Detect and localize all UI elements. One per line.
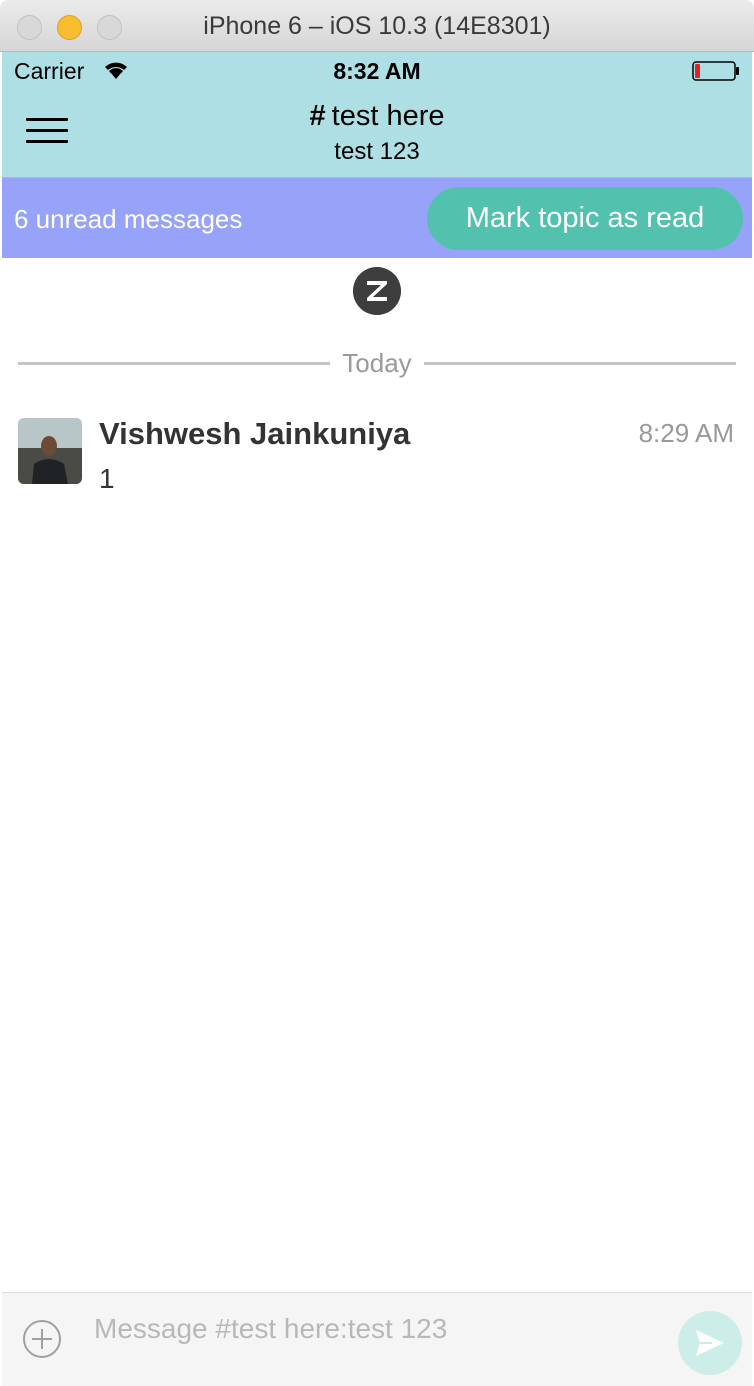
simulator-titlebar: iPhone 6 – iOS 10.3 (14E8301): [0, 0, 754, 52]
date-divider-label: Today: [342, 348, 412, 378]
mark-topic-read-button[interactable]: Mark topic as read: [427, 187, 743, 250]
date-divider-line-right: [424, 362, 736, 365]
stream-title[interactable]: # test here: [2, 100, 752, 133]
message-input[interactable]: [94, 1309, 664, 1349]
send-icon: [696, 1330, 724, 1356]
window-title: iPhone 6 – iOS 10.3 (14E8301): [203, 12, 551, 40]
zulip-logo-icon: [353, 267, 401, 315]
stream-hash-icon: #: [309, 100, 326, 132]
send-button[interactable]: [678, 1311, 742, 1375]
message-content: 1: [99, 463, 115, 494]
status-bar: Carrier 8:32 AM: [2, 52, 752, 92]
date-divider-line-left: [18, 362, 330, 365]
battery-icon: [692, 61, 739, 81]
plus-circle-icon[interactable]: [22, 1319, 62, 1359]
phone-screen: Carrier 8:32 AM # test here test 123 6 un…: [2, 52, 752, 1386]
sender-name[interactable]: Vishwesh Jainkuniya: [99, 416, 410, 452]
app-header: Carrier 8:32 AM # test here test 123: [2, 52, 752, 178]
stream-name: test here: [331, 100, 445, 132]
message-time: 8:29 AM: [638, 418, 734, 448]
compose-box: [2, 1292, 752, 1386]
unread-banner: 6 unread messages Mark topic as read: [2, 178, 752, 258]
status-time: 8:32 AM: [333, 58, 421, 84]
avatar[interactable]: [18, 418, 82, 484]
topic-title[interactable]: test 123: [2, 138, 752, 166]
message-item[interactable]: Vishwesh Jainkuniya 8:29 AM 1: [2, 412, 752, 512]
unread-count-text: 6 unread messages: [14, 204, 243, 234]
